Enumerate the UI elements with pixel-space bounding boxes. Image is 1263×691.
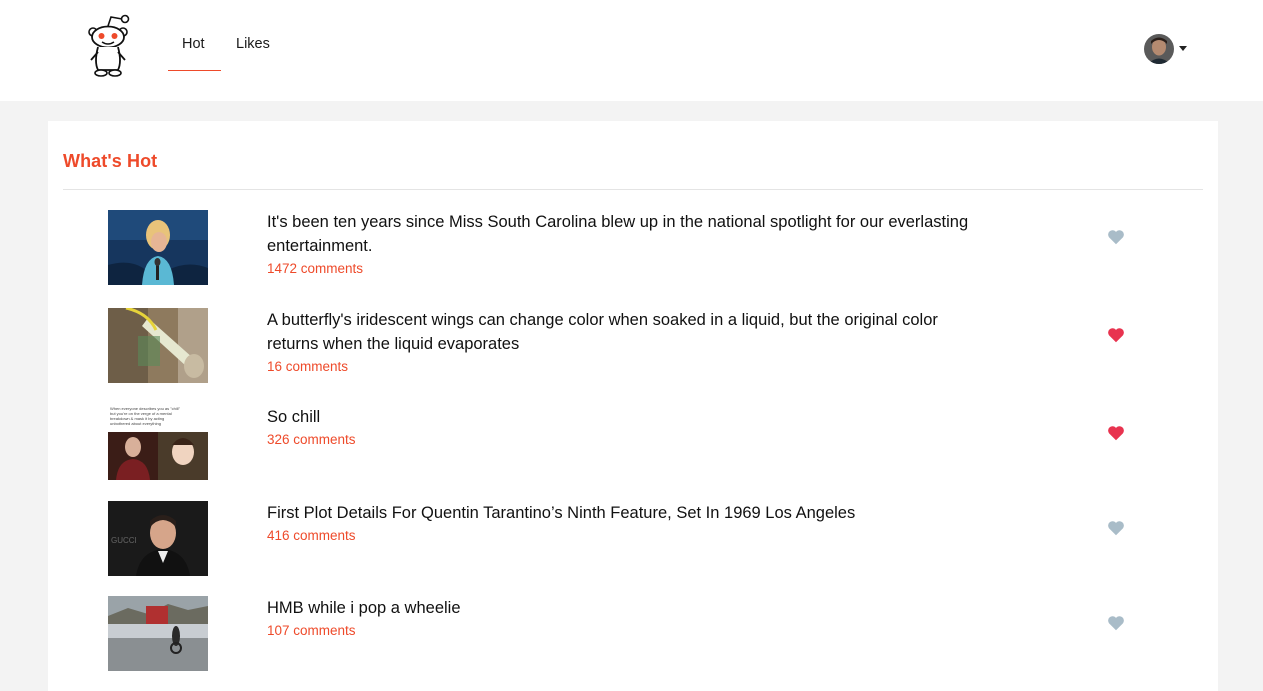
- heart-icon[interactable]: [1107, 425, 1125, 441]
- top-navbar: Hot Likes: [0, 0, 1263, 101]
- reddit-alien-logo[interactable]: [82, 12, 134, 78]
- backdrop-text: GUCCI: [111, 536, 137, 545]
- tab-likes[interactable]: Likes: [236, 36, 270, 52]
- post-item: It's been ten years since Miss South Car…: [48, 210, 1218, 290]
- post-thumbnail[interactable]: GUCCI: [108, 501, 208, 576]
- tab-hot[interactable]: Hot: [182, 36, 205, 52]
- heart-icon[interactable]: [1107, 229, 1125, 245]
- post-comments-link[interactable]: 416 comments: [267, 528, 356, 543]
- user-avatar[interactable]: [1144, 34, 1174, 64]
- post-comments-link[interactable]: 1472 comments: [267, 261, 363, 276]
- post-comments-link[interactable]: 107 comments: [267, 623, 356, 638]
- post-thumbnail[interactable]: [108, 596, 208, 671]
- post-title[interactable]: HMB while i pop a wheelie: [267, 596, 987, 620]
- caret-down-icon[interactable]: [1179, 46, 1187, 51]
- active-tab-indicator: [168, 70, 221, 71]
- post-title[interactable]: First Plot Details For Quentin Tarantino…: [267, 501, 987, 525]
- post-thumbnail[interactable]: When everyone describes you as "chill" b…: [108, 405, 208, 480]
- post-title[interactable]: It's been ten years since Miss South Car…: [267, 210, 987, 258]
- heart-icon[interactable]: [1107, 520, 1125, 536]
- post-title[interactable]: A butterfly's iridescent wings can chang…: [267, 308, 987, 356]
- post-thumbnail[interactable]: [108, 308, 208, 383]
- post-comments-link[interactable]: 16 comments: [267, 359, 348, 374]
- whats-hot-card: What's Hot It's been ten years since Mis…: [48, 121, 1218, 691]
- post-item: HMB while i pop a wheelie 107 comments: [48, 596, 1218, 676]
- post-item: A butterfly's iridescent wings can chang…: [48, 308, 1218, 388]
- post-item: GUCCI First Plot Details For Quentin Tar…: [48, 501, 1218, 581]
- section-title: What's Hot: [63, 151, 158, 171]
- post-comments-link[interactable]: 326 comments: [267, 432, 356, 447]
- post-thumbnail[interactable]: [108, 210, 208, 285]
- post-item: When everyone describes you as "chill" b…: [48, 405, 1218, 485]
- heart-icon[interactable]: [1107, 615, 1125, 631]
- divider: [63, 189, 1203, 190]
- post-title[interactable]: So chill: [267, 405, 987, 429]
- heart-icon[interactable]: [1107, 327, 1125, 343]
